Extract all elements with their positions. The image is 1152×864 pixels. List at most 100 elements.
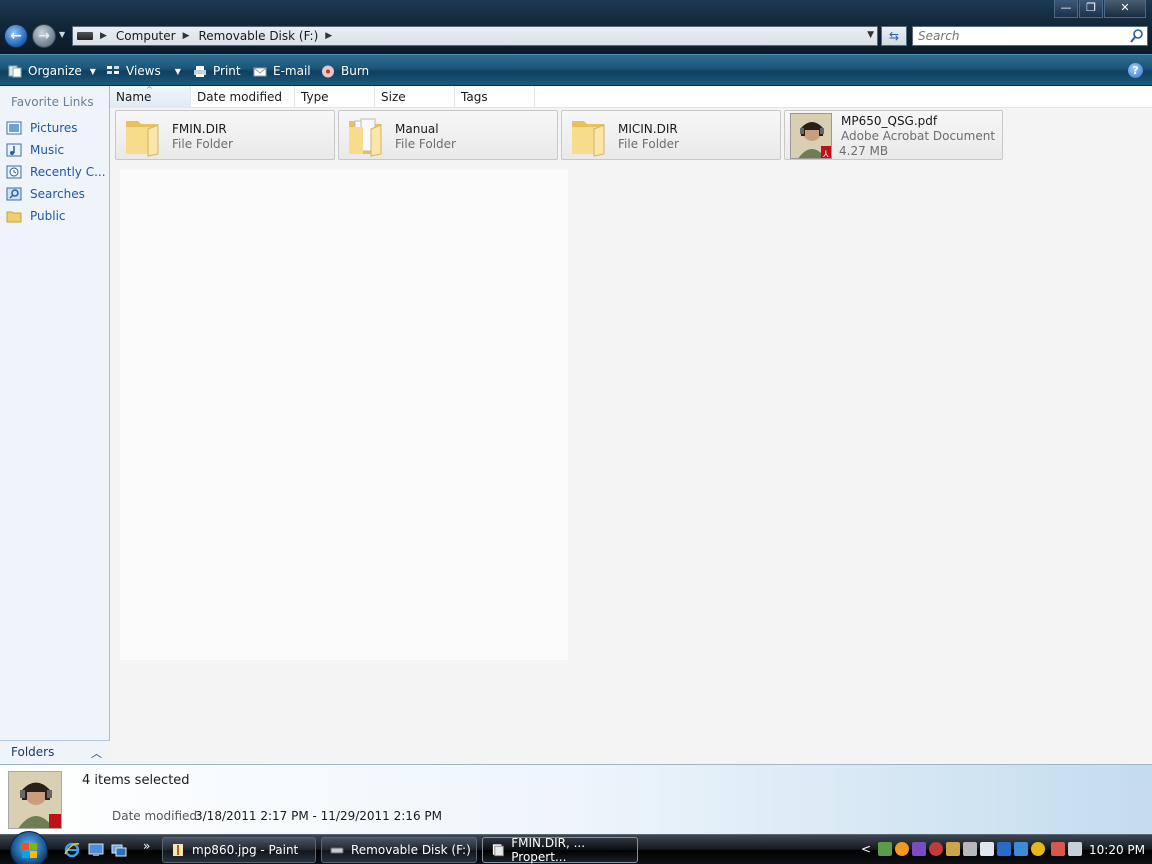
column-header-date-modified[interactable]: Date modified bbox=[191, 86, 295, 108]
refresh-icon: ⇆ bbox=[888, 29, 900, 43]
taskbar-item-label: FMIN.DIR, ... Propert... bbox=[511, 836, 586, 864]
antivirus-icon[interactable] bbox=[929, 842, 943, 856]
v-tray-icon[interactable] bbox=[1031, 842, 1045, 856]
clock[interactable]: 10:20 PM bbox=[1089, 843, 1145, 857]
utility-tray-icon[interactable] bbox=[946, 842, 960, 856]
file-tile-mp650-qsg-pdf[interactable]: ⅄ MP650_QSG.pdf Adobe Acrobat Document 4… bbox=[784, 110, 1003, 160]
search-icon[interactable] bbox=[1130, 28, 1144, 44]
sidebar-item-pictures[interactable]: Pictures bbox=[6, 119, 78, 137]
start-button[interactable] bbox=[10, 831, 48, 864]
sidebar-item-recently-changed[interactable]: Recently C... bbox=[6, 163, 106, 181]
views-icon bbox=[107, 65, 119, 74]
column-header-label: Date modified bbox=[197, 90, 283, 104]
drive-icon bbox=[330, 847, 344, 854]
search-box[interactable] bbox=[912, 26, 1148, 46]
maximize-button[interactable]: ❐ bbox=[1079, 0, 1103, 18]
column-header-name[interactable]: ^ Name bbox=[110, 85, 191, 108]
show-desktop-icon[interactable] bbox=[88, 842, 104, 858]
sidebar-item-public[interactable]: Public bbox=[6, 207, 66, 225]
recent-pages-dropdown[interactable]: ▼ bbox=[59, 30, 65, 39]
date-modified-label: Date modified: bbox=[112, 809, 202, 823]
taskbar-item-label: Removable Disk (F:) bbox=[351, 843, 471, 857]
sidebar-item-searches[interactable]: Searches bbox=[6, 185, 85, 203]
burn-button[interactable]: Burn bbox=[321, 63, 369, 79]
minimize-button[interactable]: — bbox=[1054, 0, 1078, 18]
taskbar-item-paint[interactable]: mp860.jpg - Paint bbox=[162, 837, 316, 863]
power-tray-icon[interactable] bbox=[1051, 842, 1065, 856]
taskbar-item-label: mp860.jpg - Paint bbox=[192, 843, 299, 857]
views-label: Views bbox=[126, 64, 161, 78]
print-label: Print bbox=[213, 64, 241, 78]
chevron-down-icon[interactable]: ▼ bbox=[175, 67, 181, 76]
column-header-label: Type bbox=[301, 90, 329, 104]
column-header-tags[interactable]: Tags bbox=[455, 86, 535, 108]
sidebar-item-music[interactable]: Music bbox=[6, 141, 64, 159]
empty-region bbox=[120, 170, 568, 660]
file-size: 4.27 MB bbox=[839, 144, 889, 158]
file-type: Adobe Acrobat Document bbox=[841, 129, 996, 143]
burn-disc-icon bbox=[322, 65, 334, 77]
file-tile-micin-dir[interactable]: MICIN.DIR File Folder bbox=[561, 110, 781, 160]
pictures-icon bbox=[6, 121, 22, 135]
windows-logo-icon bbox=[22, 843, 37, 858]
file-name: MP650_QSG.pdf bbox=[841, 114, 938, 128]
recent-icon bbox=[6, 165, 22, 179]
organize-button[interactable]: Organize ▼ bbox=[8, 63, 96, 79]
switch-windows-icon[interactable] bbox=[111, 842, 127, 858]
file-type: File Folder bbox=[395, 137, 456, 151]
column-header-size[interactable]: Size bbox=[375, 86, 455, 108]
file-tile-manual[interactable]: Manual File Folder bbox=[338, 110, 558, 160]
window-tray-icon[interactable] bbox=[980, 842, 994, 856]
column-header-label: Size bbox=[381, 90, 406, 104]
breadcrumb-separator-icon[interactable]: ▶ bbox=[100, 31, 107, 41]
show-hidden-icons-button[interactable]: < bbox=[861, 842, 871, 856]
breadcrumb-separator-icon[interactable]: ▶ bbox=[183, 31, 190, 41]
svg-text:⅄: ⅄ bbox=[822, 150, 829, 159]
display-tray-icon[interactable] bbox=[1014, 842, 1028, 856]
selection-thumbnail-icon bbox=[8, 771, 62, 829]
organize-icon bbox=[8, 65, 22, 77]
back-arrow-icon: ← bbox=[10, 28, 22, 44]
sidebar-item-label: Music bbox=[30, 143, 65, 157]
file-tile-fmin-dir[interactable]: FMIN.DIR File Folder bbox=[115, 110, 335, 160]
print-button[interactable]: Print bbox=[193, 63, 241, 79]
taskbar-item-removable-disk[interactable]: Removable Disk (F:) bbox=[321, 837, 477, 863]
breadcrumb-separator-icon[interactable]: ▶ bbox=[325, 31, 332, 41]
printer-icon bbox=[194, 65, 206, 77]
back-button[interactable]: ← bbox=[4, 24, 28, 48]
breadcrumb-computer[interactable]: Computer bbox=[116, 29, 176, 43]
internet-explorer-icon[interactable] bbox=[64, 842, 80, 858]
file-name: Manual bbox=[395, 122, 439, 136]
network-status-icon[interactable] bbox=[878, 842, 892, 856]
folders-toggle[interactable]: Folders ︿ bbox=[0, 740, 110, 764]
views-button[interactable]: Views ▼ bbox=[106, 63, 181, 79]
address-dropdown-icon[interactable]: ▼ bbox=[867, 30, 874, 40]
taskbar: » mp860.jpg - Paint Removable Disk (F:) … bbox=[0, 831, 1152, 864]
help-icon[interactable]: ? bbox=[1128, 63, 1143, 78]
address-bar[interactable]: ▶ Computer ▶ Removable Disk (F:) ▶ ▼ bbox=[72, 26, 878, 46]
column-header-label: Tags bbox=[461, 90, 488, 104]
tool-tray-icon[interactable] bbox=[963, 842, 977, 856]
chevron-down-icon: ▼ bbox=[89, 66, 96, 76]
sidebar-item-label: Recently C... bbox=[30, 165, 106, 179]
close-button[interactable]: ✕ bbox=[1104, 0, 1146, 18]
security-shield-icon[interactable] bbox=[895, 842, 909, 856]
file-type: File Folder bbox=[618, 137, 679, 151]
file-list-area[interactable]: ^ Name Date modified Type Size Tags FMIN… bbox=[110, 85, 1152, 764]
bluetooth-tray-icon[interactable] bbox=[997, 842, 1011, 856]
taskbar-item-properties[interactable]: FMIN.DIR, ... Propert... bbox=[482, 836, 638, 864]
column-header-type[interactable]: Type bbox=[295, 86, 375, 108]
refresh-button[interactable]: ⇆ bbox=[881, 26, 907, 46]
forward-button[interactable]: → bbox=[32, 24, 56, 48]
folder-icon bbox=[126, 121, 159, 157]
search-input[interactable] bbox=[918, 27, 1118, 45]
email-button[interactable]: E-mail bbox=[253, 63, 311, 79]
quick-launch-overflow[interactable]: » bbox=[143, 839, 150, 853]
breadcrumb-removable-disk[interactable]: Removable Disk (F:) bbox=[199, 29, 319, 43]
app-tray-icon[interactable] bbox=[912, 842, 926, 856]
network-connection-icon[interactable] bbox=[1068, 842, 1082, 856]
email-icon bbox=[253, 67, 267, 76]
chevron-up-icon[interactable]: ︿ bbox=[91, 745, 102, 761]
file-name: MICIN.DIR bbox=[618, 122, 678, 136]
paint-icon bbox=[173, 844, 183, 856]
